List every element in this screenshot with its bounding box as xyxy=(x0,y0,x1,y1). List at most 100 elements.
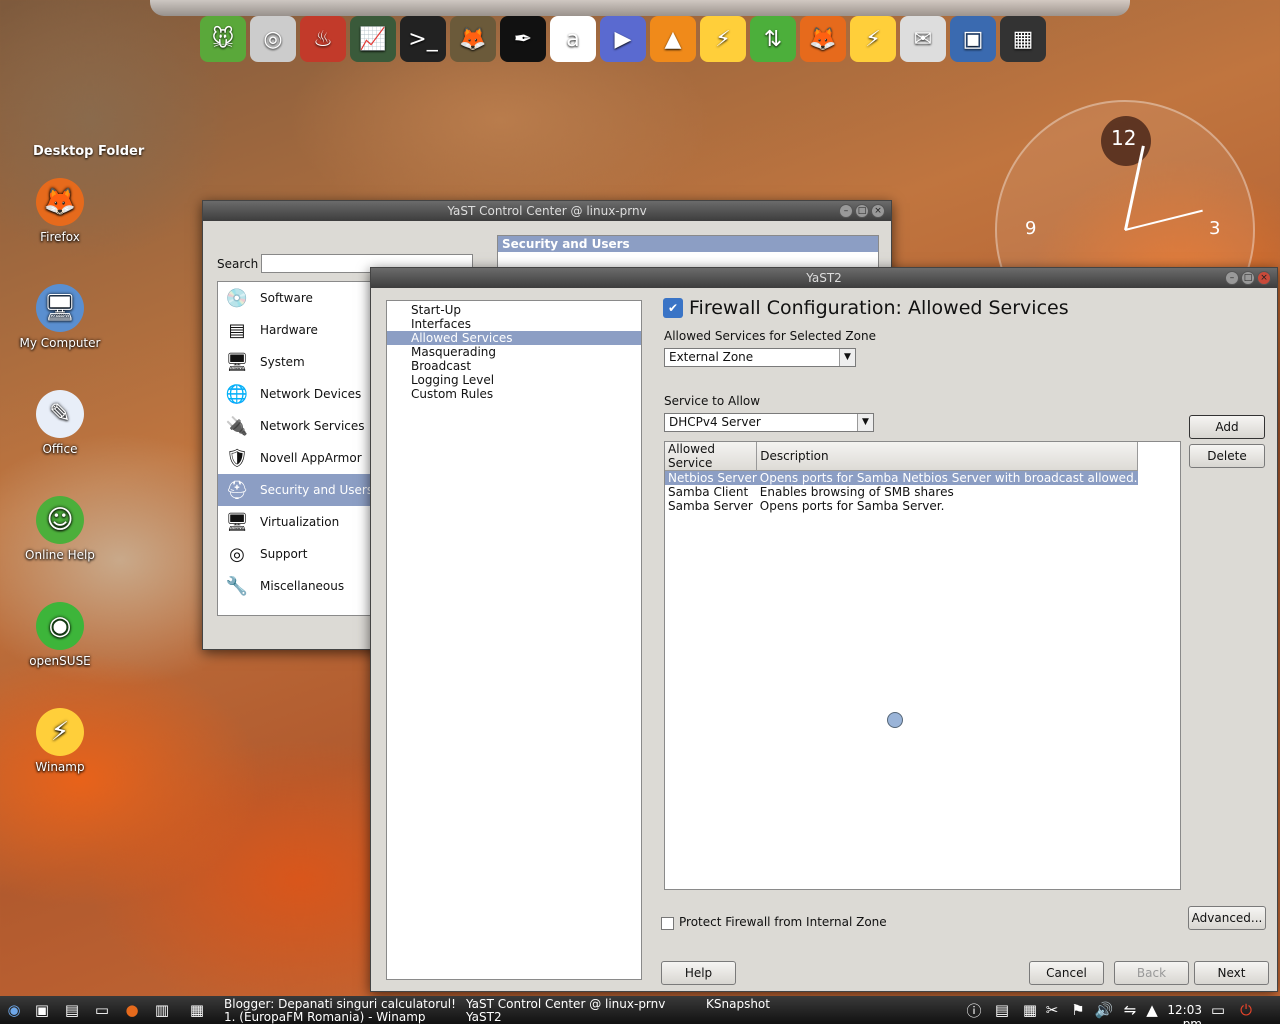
network-devices-icon: 🌐 xyxy=(225,383,249,405)
add-button[interactable]: Add xyxy=(1189,415,1265,439)
category-novell-apparmor[interactable]: 🛡 Novell AppArmor xyxy=(218,442,376,474)
desktop-item[interactable]: ◉ openSUSE xyxy=(10,602,110,668)
kickoff-menu-icon[interactable]: ◉ xyxy=(2,998,26,1022)
desktop-item[interactable]: ⚡ Winamp xyxy=(10,708,110,774)
clipboard-icon[interactable]: ▤ xyxy=(990,998,1014,1022)
desktop-item[interactable]: 🖥 My Computer xyxy=(10,284,110,350)
table-row[interactable]: Samba Server Opens ports for Samba Server… xyxy=(665,499,1138,513)
category-virtualization[interactable]: 🖥 Virtualization xyxy=(218,506,376,538)
task-yast-sub: YaST2 xyxy=(466,1010,502,1024)
category-miscellaneous[interactable]: 🔧 Miscellaneous xyxy=(218,570,376,602)
mouse-icon[interactable]: 🐭 xyxy=(200,16,246,62)
category-label: Support xyxy=(260,547,308,561)
yast2-minimize-icon[interactable]: – xyxy=(1225,271,1239,285)
service-select[interactable]: DHCPv4 Server ▼ xyxy=(664,413,874,432)
updater-icon[interactable]: ⇅ xyxy=(750,16,796,62)
maximize-icon[interactable]: □ xyxy=(855,204,869,218)
office-icon: ✎ xyxy=(36,390,84,438)
help-button[interactable]: Help xyxy=(661,961,736,985)
protect-firewall-checkbox[interactable] xyxy=(661,917,674,930)
volume-icon[interactable]: 🔊 xyxy=(1092,998,1116,1022)
klipper-icon[interactable]: ▦ xyxy=(1018,998,1042,1022)
mplayer-icon[interactable]: ▶ xyxy=(600,16,646,62)
amarok-icon[interactable]: a xyxy=(550,16,596,62)
system-monitor-icon[interactable]: ▤ xyxy=(60,998,84,1022)
category-support[interactable]: ◎ Support xyxy=(218,538,376,570)
show-desktop-icon[interactable]: ▣ xyxy=(30,998,54,1022)
desktop-item[interactable]: ☺ Online Help xyxy=(10,496,110,562)
nav-custom-rules[interactable]: Custom Rules xyxy=(387,387,641,401)
scissors-icon[interactable]: ✂ xyxy=(1040,998,1064,1022)
winamp-dock-icon[interactable]: ⚡ xyxy=(700,16,746,62)
lock-screen-icon[interactable]: ▭ xyxy=(1206,998,1230,1022)
category-label: Network Services xyxy=(260,419,365,433)
service-description-cell: Enables browsing of SMB shares xyxy=(759,485,954,499)
pager-icon[interactable]: ▦ xyxy=(1000,16,1046,62)
vlc-icon[interactable]: ▲ xyxy=(650,16,696,62)
desktop-item-label: Office xyxy=(42,442,78,456)
nav-broadcast[interactable]: Broadcast xyxy=(387,359,641,373)
nav-interfaces[interactable]: Interfaces xyxy=(387,317,641,331)
delete-button[interactable]: Delete xyxy=(1189,444,1265,468)
firefox-icon[interactable]: ● xyxy=(120,998,144,1022)
inkscape-icon[interactable]: ✒ xyxy=(500,16,546,62)
power-icon[interactable]: ⏻ xyxy=(1234,998,1258,1022)
task-yast[interactable]: YaST Control Center @ linux-prnv YaST2 xyxy=(466,998,665,1024)
nav-allowed-services[interactable]: Allowed Services xyxy=(387,331,641,345)
category-software[interactable]: 💿 Software xyxy=(218,282,376,314)
yast2-close-icon[interactable]: × xyxy=(1257,271,1271,285)
yast2-maximize-icon[interactable]: □ xyxy=(1241,271,1255,285)
nav-masquerading[interactable]: Masquerading xyxy=(387,345,641,359)
terminal-icon[interactable]: ▭ xyxy=(90,998,114,1022)
task-winamp[interactable]: Blogger: Depanati singuri calculatorul! … xyxy=(224,998,456,1024)
clock-time[interactable]: 12:03 pm xyxy=(1150,1003,1202,1024)
task-ksnapshot[interactable]: KSnapshot xyxy=(706,998,770,1011)
allowed-services-table: Allowed Service Description Netbios Serv… xyxy=(664,441,1181,890)
zone-select[interactable]: External Zone ▼ xyxy=(664,348,856,367)
desktop-item[interactable]: ✎ Office xyxy=(10,390,110,456)
network-icon[interactable]: ⇋ xyxy=(1118,998,1142,1022)
cancel-button[interactable]: Cancel xyxy=(1029,961,1104,985)
cd-burner-icon[interactable]: ◎ xyxy=(250,16,296,62)
mail-icon[interactable]: ✉ xyxy=(900,16,946,62)
table-row[interactable]: Samba Client Enables browsing of SMB shar… xyxy=(665,485,1138,499)
category-network-services[interactable]: 🔌 Network Services xyxy=(218,410,376,442)
category-hardware[interactable]: ▤ Hardware xyxy=(218,314,376,346)
yast2-titlebar[interactable]: YaST2 – □ × xyxy=(371,268,1277,288)
desktop-item[interactable]: 🦊 Firefox xyxy=(10,178,110,244)
category-network-devices[interactable]: 🌐 Network Devices xyxy=(218,378,376,410)
back-button[interactable]: Back xyxy=(1114,961,1189,985)
clock-minute-hand xyxy=(1124,209,1203,231)
column-header-service[interactable]: Allowed Service xyxy=(665,442,758,471)
advanced-button[interactable]: Advanced... xyxy=(1188,906,1266,930)
control-center-titlebar[interactable]: YaST Control Center @ linux-prnv – □ × xyxy=(203,201,891,221)
task-ksnapshot-title: KSnapshot xyxy=(706,997,770,1011)
system-monitor-icon[interactable]: 📈 xyxy=(350,16,396,62)
protect-firewall-label[interactable]: Protect Firewall from Internal Zone xyxy=(679,915,887,929)
gimp-icon[interactable]: 🦊 xyxy=(450,16,496,62)
service-description-cell: Opens ports for Samba Netbios Server wit… xyxy=(756,470,1138,485)
category-security-and-users[interactable]: ⛑ Security and Users xyxy=(218,474,376,506)
nav-logging-level[interactable]: Logging Level xyxy=(387,373,641,387)
close-icon[interactable]: × xyxy=(871,204,885,218)
next-button[interactable]: Next xyxy=(1194,961,1269,985)
winamp2-dock-icon[interactable]: ⚡ xyxy=(850,16,896,62)
info-icon[interactable]: ⓘ xyxy=(962,998,986,1022)
category-system[interactable]: 🖥 System xyxy=(218,346,376,378)
table-row[interactable]: Netbios Server Opens ports for Samba Netb… xyxy=(665,470,1138,485)
virtualization-icon: 🖥 xyxy=(225,511,249,533)
miscellaneous-icon: 🔧 xyxy=(225,575,249,597)
k3b-icon[interactable]: ♨ xyxy=(300,16,346,62)
hardware-icon: ▤ xyxy=(228,319,246,341)
system-icon: 🖥 xyxy=(225,351,249,373)
flag-icon[interactable]: ⚑ xyxy=(1066,998,1090,1022)
service-name-cell: Samba Server xyxy=(668,499,753,513)
nav-start-up[interactable]: Start-Up xyxy=(387,303,641,317)
terminal-icon[interactable]: >_ xyxy=(400,16,446,62)
pager-icon[interactable]: ▦ xyxy=(185,998,209,1022)
desktop-icon[interactable]: ▣ xyxy=(950,16,996,62)
minimize-icon[interactable]: – xyxy=(839,204,853,218)
column-header-description[interactable]: Description xyxy=(756,442,1138,471)
file-manager-icon[interactable]: ▥ xyxy=(150,998,174,1022)
firefox-dock-icon[interactable]: 🦊 xyxy=(800,16,846,62)
